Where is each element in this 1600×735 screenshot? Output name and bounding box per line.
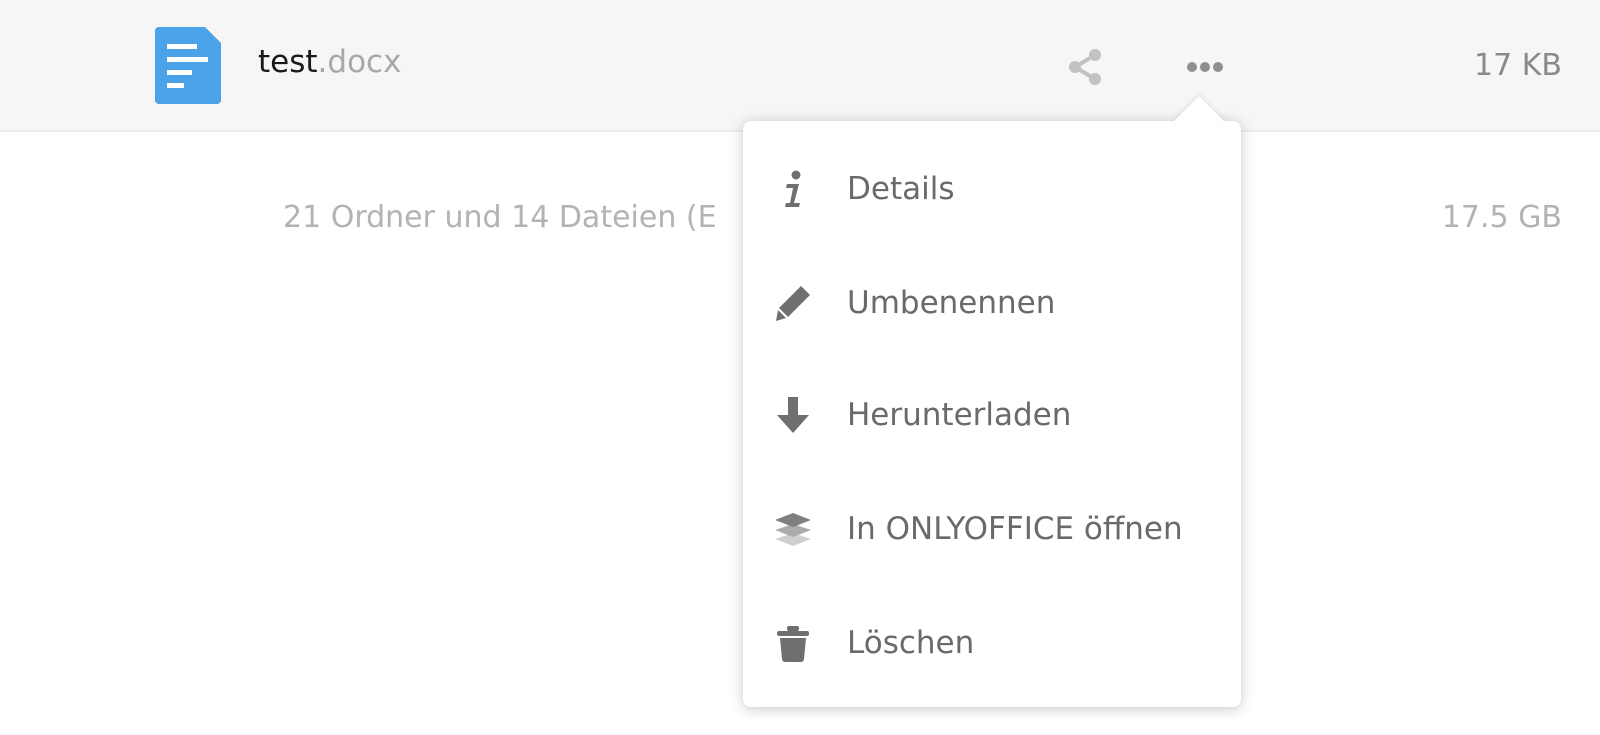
menu-item-delete[interactable]: Löschen [743,595,1241,691]
menu-item-rename[interactable]: Umbenennen [743,255,1241,351]
info-icon [785,170,801,207]
menu-item-label: In ONLYOFFICE öffnen [847,511,1183,547]
menu-item-label: Herunterladen [847,397,1072,433]
download-icon [777,397,809,433]
file-actions-menu: Details Umbenennen Herunterladen In ONLY… [743,121,1241,707]
menu-item-label: Löschen [847,625,975,661]
menu-item-open-onlyoffice[interactable]: In ONLYOFFICE öffnen [743,481,1241,577]
file-size: 17 KB [1474,48,1562,83]
summary-text: 21 Ordner und 14 Dateien (E [283,200,717,235]
trash-icon [777,626,809,662]
menu-item-download[interactable]: Herunterladen [743,367,1241,463]
file-name-base: test [258,44,318,80]
more-icon[interactable] [1184,50,1226,84]
share-icon[interactable] [1065,47,1105,87]
onlyoffice-icon [775,513,811,546]
file-name-extension: .docx [317,44,402,80]
menu-item-label: Umbenennen [847,285,1056,321]
menu-item-details[interactable]: Details [743,141,1241,237]
summary-size: 17.5 GB [1441,200,1562,235]
file-row[interactable]: test.docx 17 KB [0,0,1600,132]
file-name[interactable]: test.docx [258,42,401,82]
menu-arrow [1172,96,1226,123]
document-icon[interactable] [155,27,221,104]
menu-item-label: Details [847,171,955,207]
pencil-icon [776,286,810,321]
